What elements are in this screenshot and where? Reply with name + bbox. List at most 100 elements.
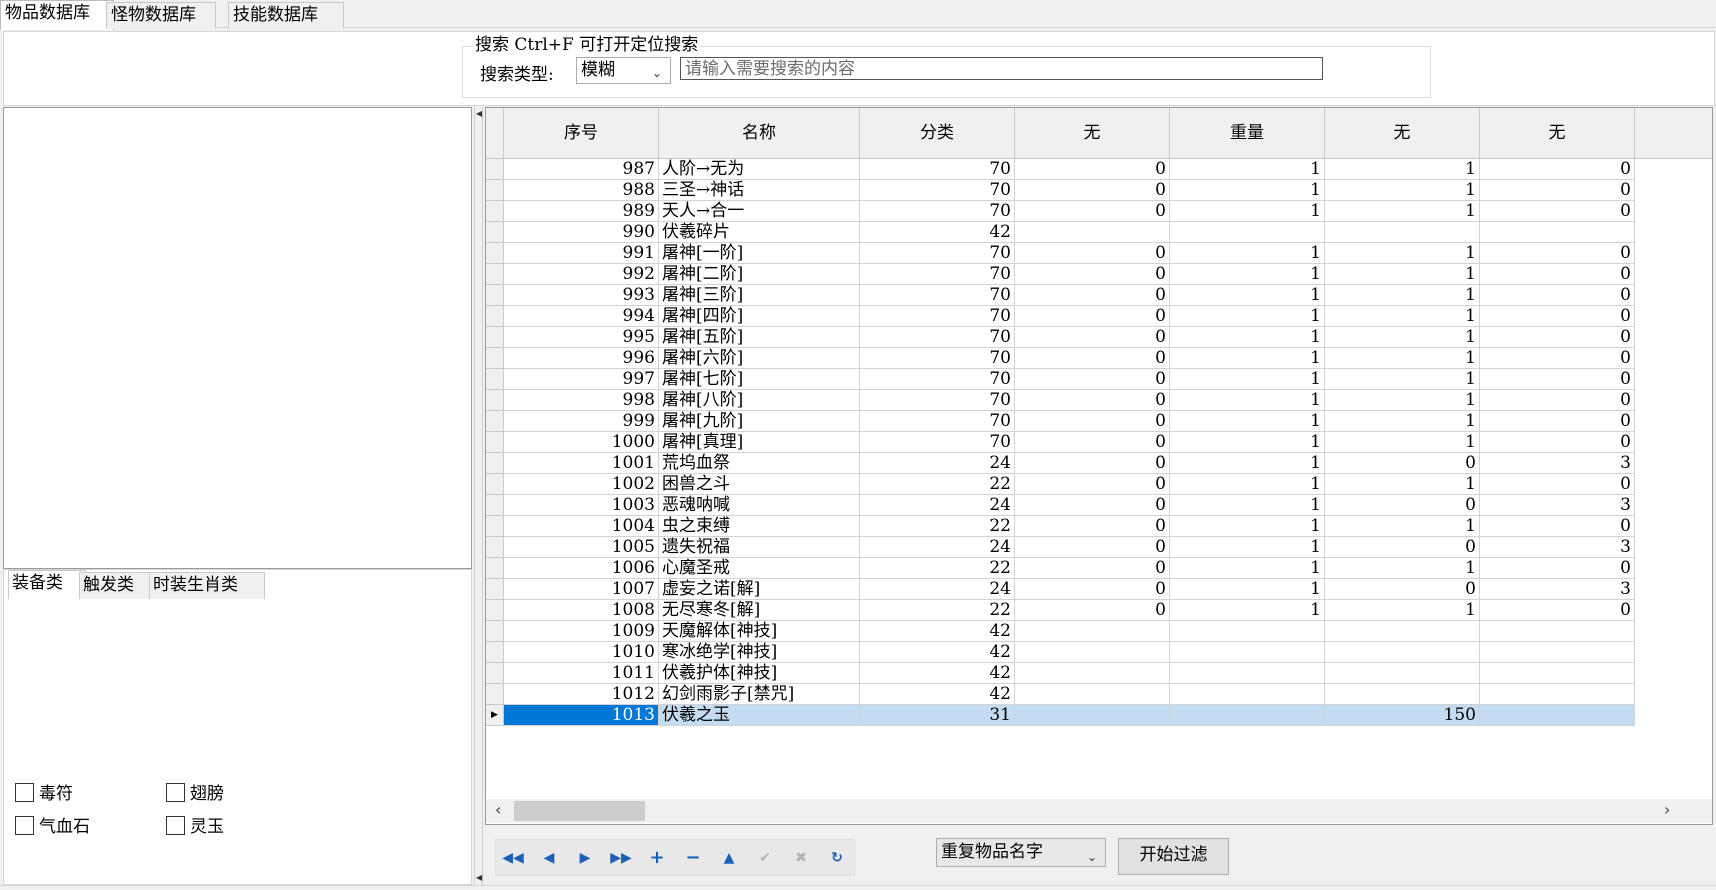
cell-unused-3[interactable] bbox=[1480, 222, 1635, 243]
column-header-weight[interactable]: 重量 bbox=[1170, 108, 1325, 159]
cell-unused-2[interactable] bbox=[1325, 684, 1480, 705]
cell-unused-3[interactable] bbox=[1480, 663, 1635, 684]
row-indicator[interactable] bbox=[486, 348, 504, 369]
cell-name[interactable]: 荒坞血祭 bbox=[659, 453, 860, 474]
cell-unused-3[interactable]: 3 bbox=[1480, 579, 1635, 600]
cell-unused-1[interactable]: 0 bbox=[1015, 579, 1170, 600]
cell-unused-1[interactable]: 0 bbox=[1015, 306, 1170, 327]
cell-unused-2[interactable]: 1 bbox=[1325, 327, 1480, 348]
cell-weight[interactable]: 1 bbox=[1170, 558, 1325, 579]
cell-weight[interactable]: 1 bbox=[1170, 159, 1325, 180]
cell-unused-2[interactable]: 1 bbox=[1325, 201, 1480, 222]
cell-name[interactable]: 屠神[真理] bbox=[659, 432, 860, 453]
row-indicator[interactable] bbox=[486, 327, 504, 348]
row-indicator[interactable] bbox=[486, 180, 504, 201]
cell-unused-1[interactable]: 0 bbox=[1015, 411, 1170, 432]
cell-unused-2[interactable]: 1 bbox=[1325, 348, 1480, 369]
cell-unused-1[interactable]: 0 bbox=[1015, 474, 1170, 495]
table-row[interactable]: 993 屠神[三阶] 70 0 1 1 0 bbox=[486, 285, 1686, 306]
row-indicator[interactable] bbox=[486, 306, 504, 327]
row-indicator[interactable] bbox=[486, 684, 504, 705]
checkbox-wings[interactable]: 翅膀 bbox=[166, 783, 224, 805]
cell-unused-2[interactable]: 1 bbox=[1325, 411, 1480, 432]
cell-weight[interactable] bbox=[1170, 222, 1325, 243]
cell-category[interactable]: 70 bbox=[860, 327, 1015, 348]
cell-category[interactable]: 24 bbox=[860, 579, 1015, 600]
row-indicator[interactable] bbox=[486, 411, 504, 432]
cell-seq[interactable]: 1010 bbox=[504, 642, 659, 663]
cell-name[interactable]: 伏羲之玉 bbox=[659, 705, 860, 726]
cell-category[interactable]: 70 bbox=[860, 348, 1015, 369]
column-header-category[interactable]: 分类 bbox=[860, 108, 1015, 159]
tab-skill-database[interactable]: 技能数据库 bbox=[228, 2, 344, 29]
cell-weight[interactable]: 1 bbox=[1170, 495, 1325, 516]
current-row-indicator-icon[interactable]: ▶ bbox=[486, 705, 504, 726]
table-row[interactable]: 994 屠神[四阶] 70 0 1 1 0 bbox=[486, 306, 1686, 327]
insert-record-icon[interactable]: + bbox=[645, 848, 669, 868]
cell-category[interactable]: 22 bbox=[860, 474, 1015, 495]
cell-seq[interactable]: 990 bbox=[504, 222, 659, 243]
cell-name[interactable]: 屠神[五阶] bbox=[659, 327, 860, 348]
cell-weight[interactable] bbox=[1170, 642, 1325, 663]
cell-name[interactable]: 伏羲碎片 bbox=[659, 222, 860, 243]
table-row[interactable]: 1007 虚妄之诺[解] 24 0 1 0 3 bbox=[486, 579, 1686, 600]
cell-unused-3[interactable]: 0 bbox=[1480, 516, 1635, 537]
cell-name[interactable]: 三圣→神话 bbox=[659, 180, 860, 201]
cell-unused-2[interactable]: 1 bbox=[1325, 180, 1480, 201]
cell-name[interactable]: 伏羲护体[神技] bbox=[659, 663, 860, 684]
cell-category[interactable]: 70 bbox=[860, 243, 1015, 264]
cell-seq[interactable]: 987 bbox=[504, 159, 659, 180]
table-row[interactable]: 996 屠神[六阶] 70 0 1 1 0 bbox=[486, 348, 1686, 369]
cell-weight[interactable]: 1 bbox=[1170, 516, 1325, 537]
table-row[interactable]: 999 屠神[九阶] 70 0 1 1 0 bbox=[486, 411, 1686, 432]
cell-unused-3[interactable] bbox=[1480, 705, 1635, 726]
table-row[interactable]: ▶ 1013 伏羲之玉 31 150 bbox=[486, 705, 1686, 726]
row-indicator[interactable] bbox=[486, 222, 504, 243]
cell-unused-2[interactable]: 150 bbox=[1325, 705, 1480, 726]
cell-unused-1[interactable]: 0 bbox=[1015, 264, 1170, 285]
cell-category[interactable]: 70 bbox=[860, 390, 1015, 411]
cell-unused-3[interactable]: 0 bbox=[1480, 285, 1635, 306]
cell-name[interactable]: 屠神[二阶] bbox=[659, 264, 860, 285]
cell-unused-3[interactable] bbox=[1480, 684, 1635, 705]
row-indicator[interactable] bbox=[486, 159, 504, 180]
cell-category[interactable]: 24 bbox=[860, 495, 1015, 516]
cell-name[interactable]: 屠神[八阶] bbox=[659, 390, 860, 411]
cell-unused-1[interactable]: 0 bbox=[1015, 537, 1170, 558]
cell-unused-3[interactable]: 0 bbox=[1480, 600, 1635, 621]
cell-seq[interactable]: 1000 bbox=[504, 432, 659, 453]
cell-name[interactable]: 屠神[三阶] bbox=[659, 285, 860, 306]
cell-seq[interactable]: 995 bbox=[504, 327, 659, 348]
cell-category[interactable]: 70 bbox=[860, 369, 1015, 390]
cell-unused-1[interactable] bbox=[1015, 663, 1170, 684]
table-row[interactable]: 987 人阶→无为 70 0 1 1 0 bbox=[486, 159, 1686, 180]
cell-name[interactable]: 寒冰绝学[神技] bbox=[659, 642, 860, 663]
next-record-icon[interactable]: ▶ bbox=[573, 848, 597, 868]
cell-weight[interactable]: 1 bbox=[1170, 537, 1325, 558]
cell-unused-3[interactable]: 0 bbox=[1480, 243, 1635, 264]
cell-seq[interactable]: 997 bbox=[504, 369, 659, 390]
table-row[interactable]: 1011 伏羲护体[神技] 42 bbox=[486, 663, 1686, 684]
cell-unused-1[interactable]: 0 bbox=[1015, 600, 1170, 621]
cell-weight[interactable]: 1 bbox=[1170, 243, 1325, 264]
cell-name[interactable]: 无尽寒冬[解] bbox=[659, 600, 860, 621]
cell-category[interactable]: 42 bbox=[860, 684, 1015, 705]
cell-name[interactable]: 屠神[六阶] bbox=[659, 348, 860, 369]
cell-weight[interactable]: 1 bbox=[1170, 285, 1325, 306]
column-header-unused-3[interactable]: 无 bbox=[1480, 108, 1635, 159]
table-row[interactable]: 990 伏羲碎片 42 bbox=[486, 222, 1686, 243]
cell-unused-1[interactable] bbox=[1015, 684, 1170, 705]
search-type-select[interactable]: 模糊 ⌄ bbox=[576, 57, 671, 84]
cell-seq[interactable]: 1002 bbox=[504, 474, 659, 495]
row-indicator[interactable] bbox=[486, 432, 504, 453]
cell-unused-2[interactable] bbox=[1325, 642, 1480, 663]
cell-category[interactable]: 22 bbox=[860, 600, 1015, 621]
scroll-left-icon[interactable]: ‹ bbox=[495, 800, 501, 819]
horizontal-scrollbar[interactable]: ‹ › bbox=[486, 799, 1712, 823]
cell-unused-2[interactable]: 1 bbox=[1325, 558, 1480, 579]
checkbox-box[interactable] bbox=[166, 816, 185, 835]
cell-weight[interactable] bbox=[1170, 663, 1325, 684]
cell-category[interactable]: 42 bbox=[860, 642, 1015, 663]
cell-unused-3[interactable]: 0 bbox=[1480, 264, 1635, 285]
cancel-edit-icon[interactable]: ✖ bbox=[789, 848, 813, 868]
